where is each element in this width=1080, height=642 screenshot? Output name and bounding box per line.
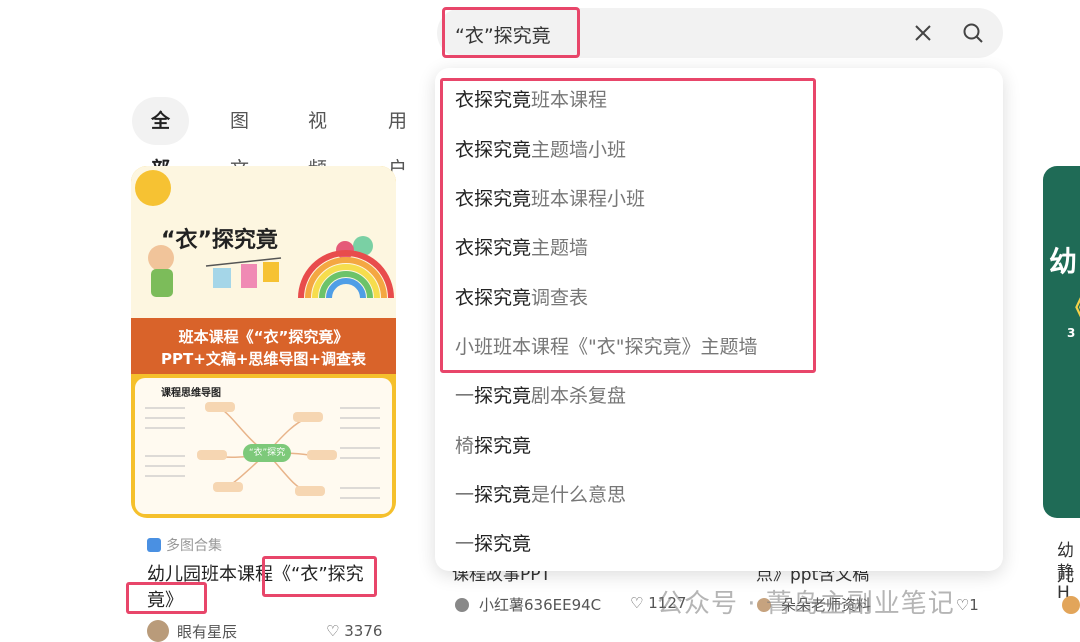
highlight-box-search: [442, 7, 580, 58]
tab-video[interactable]: 视频: [308, 97, 327, 180]
like-count-value: 1: [969, 596, 979, 614]
note-card-author[interactable]: 眼有星辰: [147, 620, 237, 642]
highlight-box-title-1: [262, 556, 377, 597]
avatar: [455, 598, 469, 612]
avatar[interactable]: [1062, 596, 1080, 614]
avatar: [147, 620, 169, 642]
like-count-value: 3376: [344, 622, 383, 640]
suggestion-item[interactable]: 一探究竟剧本杀复盘: [455, 381, 626, 408]
cover-band: 班本课程《“衣”探究竟》 PPT+文稿+思维导图+调查表: [131, 318, 396, 374]
heart-icon: ♡: [326, 622, 340, 640]
tab-notes[interactable]: 图文: [230, 97, 249, 180]
highlight-box-suggestions: [440, 78, 816, 373]
note-card-cover[interactable]: 幼 《 3: [1043, 166, 1080, 518]
note-card-author[interactable]: 小红薯636EE94C: [455, 594, 601, 615]
mind-map-center: “衣”探究: [243, 444, 291, 462]
suggestion-item[interactable]: 一探究竟: [455, 529, 531, 556]
image-icon: [147, 538, 161, 552]
tab-users[interactable]: 用户: [388, 97, 407, 180]
highlight-box-title-2: [126, 582, 207, 614]
cover-title: “衣”探究竟: [161, 228, 278, 253]
cover-band-line-1: 班本课程《“衣”探究竟》: [178, 328, 349, 346]
close-icon[interactable]: [911, 21, 935, 45]
watermark: 公众号 · 菁岛主副业笔记: [657, 589, 955, 619]
heart-icon: ♡: [955, 596, 970, 614]
search-icon[interactable]: [961, 21, 985, 45]
cover-text: 幼: [1049, 245, 1078, 278]
tag-label: 多图合集: [166, 538, 222, 554]
mind-map-preview: 课程思维导图 “衣”探究: [135, 378, 392, 514]
cover-text: 3: [1067, 326, 1076, 340]
cover-text: 《: [1063, 288, 1080, 323]
mind-map-title: 课程思维导图: [161, 388, 221, 399]
like-count[interactable]: ♡ 3376: [326, 622, 382, 640]
suggestion-item[interactable]: 椅探究竟: [455, 431, 531, 458]
author-name: 眼有星辰: [177, 623, 238, 641]
multi-image-tag: 多图合集: [147, 535, 222, 555]
author-name: 小红薯636EE94C: [479, 596, 602, 614]
cover-illustration: “衣”探究竟: [131, 166, 396, 318]
note-card-cover[interactable]: “衣”探究竟 班本课程《“衣”探究竟》 PPT+文稿+思维导图+调查表 课程思维…: [131, 166, 396, 518]
cover-band-line-2: PPT+文稿+思维导图+调查表: [161, 350, 366, 368]
heart-icon: ♡: [630, 594, 644, 612]
tab-all[interactable]: 全部: [132, 97, 190, 180]
suggestion-item[interactable]: 一探究竟是什么意思: [455, 480, 626, 507]
